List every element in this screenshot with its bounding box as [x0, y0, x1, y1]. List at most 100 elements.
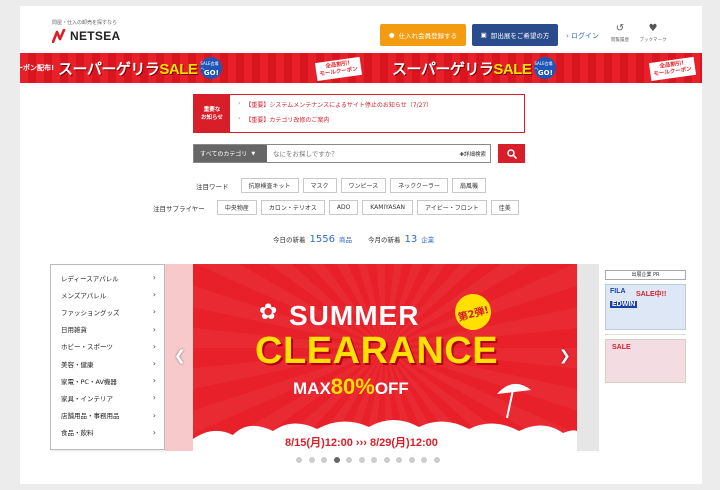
category-label: 日用雑貨 [61, 326, 87, 335]
category-item[interactable]: 家電・PC・AV機器 › [51, 372, 164, 389]
history-button[interactable]: ↺ 閲覧履歴 [604, 23, 636, 43]
search-button[interactable] [498, 144, 525, 163]
sale-banner[interactable]: ーポン配布! スーパーゲリラSALE SALE会場へGO! 全品割引!モールクー… [20, 53, 702, 83]
search-input[interactable] [267, 145, 460, 162]
max-prefix: MAX [293, 379, 331, 398]
carousel-prev-button[interactable]: ❮ [174, 348, 186, 364]
supplier-chip[interactable]: 中央物産 [216, 200, 257, 215]
supplier-chip[interactable]: KAMIYASAN [362, 200, 413, 215]
category-select[interactable]: すべてのカテゴリ ▼ [194, 145, 267, 162]
keyword-chip[interactable]: 抗原検査キット [240, 178, 299, 193]
pr-ad-brand-1: FILA [610, 288, 626, 295]
category-item[interactable]: 美容・健康 › [51, 355, 164, 372]
chevron-right-icon: › [152, 393, 156, 403]
tagline: 問屋・仕入の卸売を探すなら [52, 20, 118, 26]
register-button[interactable]: ● 仕入れ会員登録する [380, 24, 466, 46]
carousel-dot[interactable] [333, 457, 340, 463]
sale-unit-2: スーパーゲリラSALE SALE会場へ GO! [392, 57, 557, 79]
pr-ad-2[interactable]: SALE [605, 339, 686, 383]
keyword-chip[interactable]: ネッククーラー [390, 178, 448, 193]
max-suffix: OFF [374, 379, 409, 398]
new-arrivals-count: 今日の新着 1556 商品 今月の新着 13 企業 [273, 234, 434, 245]
chevron-right-icon: › [152, 376, 156, 386]
supplier-chip[interactable]: 佳美 [490, 200, 519, 215]
max-value: 80% [330, 374, 375, 399]
sale-title-sale: SALE [159, 60, 198, 78]
seller-apply-button[interactable]: ▣ 卸出展をご希望の方 [472, 24, 558, 46]
chevron-right-icon: › [152, 290, 156, 300]
keyword-chip[interactable]: マスク [302, 178, 337, 193]
carousel-dot[interactable] [346, 457, 352, 463]
chevron-right-icon: › [238, 115, 241, 122]
notice-item[interactable]: › 【重要】カテゴリ改修のご案内 [238, 115, 432, 124]
sale-title-sale: SALE [493, 60, 532, 78]
carousel-dot[interactable] [433, 457, 440, 463]
carousel-dot[interactable] [396, 457, 402, 463]
category-item[interactable]: ファッショングッズ › [51, 303, 164, 320]
category-item[interactable]: レディースアパレル › [51, 269, 164, 286]
important-notice: 重要な お知らせ › 【重要】システムメンテナンスによるサイト停止のお知らせ（7/… [193, 94, 525, 133]
supplier-chip[interactable]: アイビー・フロント [417, 200, 487, 215]
chevron-right-icon: › [152, 410, 156, 420]
advanced-search-link[interactable]: ✚詳細検索 [459, 145, 490, 162]
supplier-row: 注目サプライヤー 中央物産 カロン・テリオス ADO KAMIYASAN アイビ… [153, 200, 519, 215]
category-item[interactable]: メンズアパレル › [51, 286, 164, 303]
month-companies-count[interactable]: 13 [404, 234, 417, 245]
category-label: ホビー・スポーツ [61, 343, 113, 352]
pr-ad-1[interactable]: FILA SALE中!! EDWIN [605, 284, 686, 330]
bookmark-label: ブックマーク [639, 38, 667, 43]
carousel-dot[interactable] [408, 457, 415, 463]
chevron-right-icon: › [152, 324, 156, 334]
notice-item[interactable]: › 【重要】システムメンテナンスによるサイト停止のお知らせ（7/27） [238, 100, 432, 109]
hero-clearance-text: CLEARANCE [255, 330, 499, 372]
carousel-dot[interactable] [421, 457, 427, 463]
sale-title-prefix: スーパーゲリラ [392, 60, 494, 78]
carousel-next-slide [577, 264, 599, 451]
keyword-chip[interactable]: 扇風機 [452, 178, 487, 193]
netsea-logo-icon [52, 29, 66, 43]
bookmark-button[interactable]: ♥ ブックマーク [637, 23, 669, 43]
category-item[interactable]: ホビー・スポーツ › [51, 338, 164, 355]
register-button-label: 仕入れ会員登録する [398, 32, 458, 40]
coupon-1: 全品割引! モールクーポン [314, 56, 362, 82]
sale-unit-1: スーパーゲリラSALE SALE会場へ GO! [58, 57, 223, 79]
today-label: 今日の新着 [273, 236, 306, 244]
notice-item-text: 【重要】カテゴリ改修のご案内 [245, 117, 330, 124]
products-unit: 商品 [338, 236, 352, 244]
category-item[interactable]: 店舗用品・事務用品 › [51, 407, 164, 424]
seller-button-label: 卸出展をご希望の方 [490, 32, 550, 40]
pr-title: 出展企業 PR [605, 270, 686, 280]
carousel-dot[interactable] [296, 457, 302, 463]
user-icon: ● [388, 31, 395, 39]
keyword-chip[interactable]: ワンピース [340, 178, 387, 193]
carousel-dot[interactable] [383, 457, 390, 463]
carousel-dot[interactable] [321, 457, 327, 463]
carousel-next-button[interactable]: ❯ [559, 348, 571, 364]
login-link[interactable]: › ログイン [566, 31, 599, 41]
coupon-2: 全品割引! モールクーポン [648, 56, 696, 82]
supplier-chip[interactable]: ADO [328, 200, 359, 215]
chevron-right-icon: › [152, 307, 156, 317]
carousel-dot[interactable] [308, 457, 315, 463]
chevron-right-icon: › [238, 100, 241, 107]
category-item[interactable]: 食品・飲料 › [51, 424, 164, 441]
hero-banner[interactable]: ✿ SUMMER 第2弾! CLEARANCE MAX80%OFF 8/15(月… [193, 264, 577, 451]
category-label: 食品・飲料 [61, 429, 94, 438]
notice-tag: 重要な お知らせ [194, 95, 230, 132]
go-badge-go: GO! [537, 68, 553, 77]
carousel-dot[interactable] [358, 457, 365, 463]
pr-box: 出展企業 PR FILA SALE中!! EDWIN SALE [599, 264, 692, 451]
caret-down-icon: ▼ [251, 150, 256, 157]
supplier-label: 注目サプライヤー [153, 204, 205, 213]
sale-title-prefix: スーパーゲリラ [58, 60, 160, 78]
today-products-count[interactable]: 1556 [310, 234, 335, 245]
supplier-chip[interactable]: カロン・テリオス [260, 200, 325, 215]
pr-ad-sale: SALE中!! [636, 291, 667, 298]
category-item[interactable]: 日用雑貨 › [51, 321, 164, 338]
category-item[interactable]: 家具・インテリア › [51, 389, 164, 406]
coupon-fragment-text: ーポン配布! [20, 64, 55, 72]
category-label: レディースアパレル [61, 274, 119, 283]
carousel-dot[interactable] [371, 457, 377, 463]
go-badge-go: GO! [203, 68, 219, 77]
logo[interactable]: NETSEA [52, 28, 120, 44]
